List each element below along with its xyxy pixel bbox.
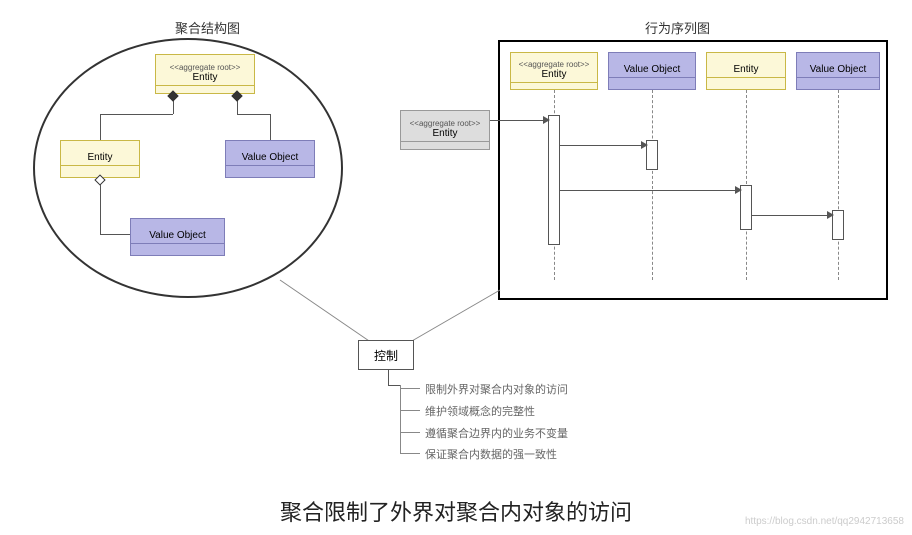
entity-name: Entity <box>192 72 217 83</box>
bullet-item: 维护领域概念的完整性 <box>425 403 535 419</box>
external-aggregate-entity: <<aggregate root>> Entity <box>400 110 490 150</box>
stereotype-label: <<aggregate root>> <box>410 119 481 128</box>
stereotype-label: <<aggregate root>> <box>170 63 241 72</box>
vo-name: Value Object <box>624 64 681 75</box>
vo-name: Value Object <box>149 230 206 241</box>
lifeline <box>838 90 839 280</box>
message-arrow <box>560 145 646 146</box>
left-title: 聚合结构图 <box>175 18 240 37</box>
vo-name: Value Object <box>242 152 299 163</box>
value-object-1: Value Object <box>225 140 315 178</box>
message-arrow <box>560 190 740 191</box>
lifeline <box>652 90 653 280</box>
child-entity: Entity <box>60 140 140 178</box>
entity-name: Entity <box>87 152 112 163</box>
message-arrow <box>752 215 832 216</box>
right-title: 行为序列图 <box>645 18 710 37</box>
bullet-item: 限制外界对聚合内对象的访问 <box>425 381 568 397</box>
entity-name: Entity <box>432 128 457 139</box>
entity-name: Entity <box>733 64 758 75</box>
control-box: 控制 <box>358 340 414 370</box>
value-object-2: Value Object <box>130 218 225 256</box>
bullet-item: 保证聚合内数据的强一致性 <box>425 446 557 462</box>
watermark: https://blog.csdn.net/qq2942713658 <box>745 516 904 527</box>
vo-name: Value Object <box>810 64 867 75</box>
bracket-line <box>400 385 401 453</box>
entity-name: Entity <box>541 69 566 80</box>
seq-participant-3: Entity <box>706 52 786 90</box>
seq-participant-1: <<aggregate root>> Entity <box>510 52 598 90</box>
stereotype-label: <<aggregate root>> <box>519 60 590 69</box>
seq-participant-4: Value Object <box>796 52 880 90</box>
control-label: 控制 <box>374 347 398 364</box>
seq-participant-2: Value Object <box>608 52 696 90</box>
message-arrow <box>490 120 548 121</box>
activation-bar <box>548 115 560 245</box>
bullet-item: 遵循聚合边界内的业务不变量 <box>425 425 568 441</box>
aggregate-root-entity: <<aggregate root>> Entity <box>155 54 255 94</box>
